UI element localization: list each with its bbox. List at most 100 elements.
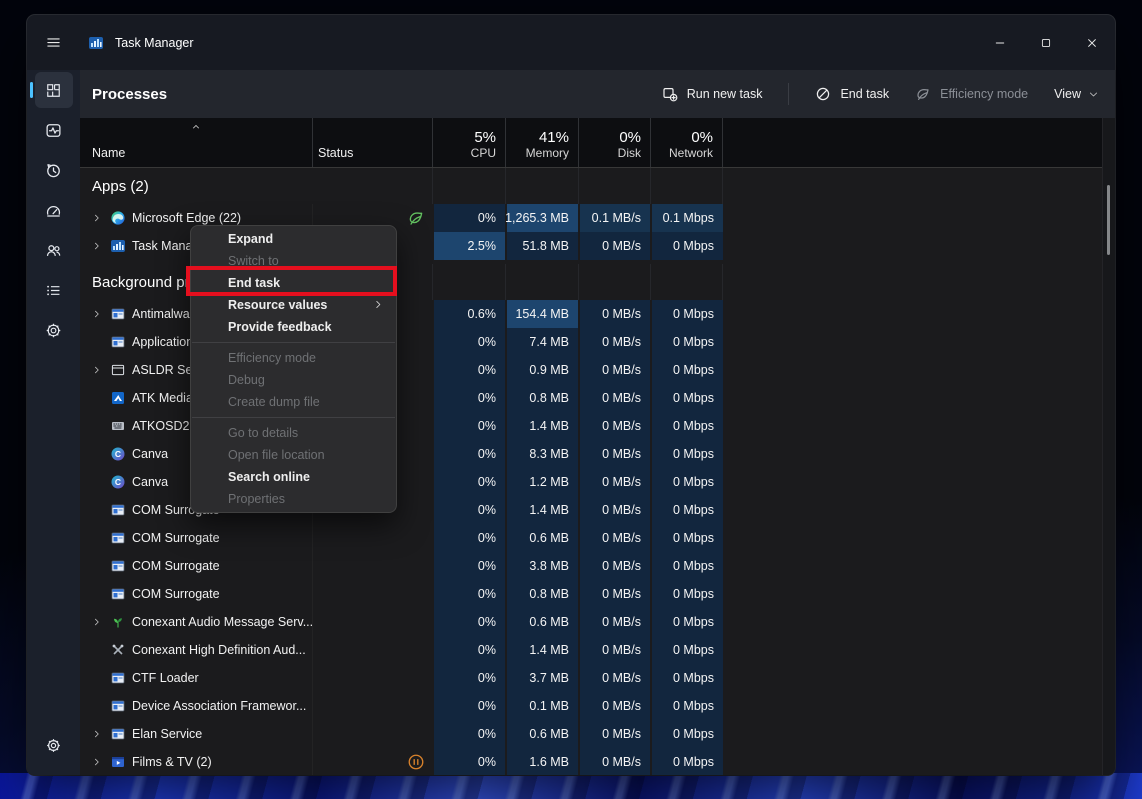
network-cell: 0 Mbps (650, 468, 723, 496)
disk-cell: 0 MB/s (578, 580, 650, 608)
disk-cell: 0 MB/s (578, 384, 650, 412)
menu-item-debug: Debug (191, 369, 396, 391)
process-name-cell: Elan Service (80, 720, 312, 748)
process-row[interactable]: COM Surrogate0%0.6 MB0 MB/s0 Mbps (80, 524, 1102, 552)
task-manager-window: Task Manager Processes Run new taskEnd t… (27, 15, 1115, 775)
menu-item-expand[interactable]: Expand (191, 228, 396, 250)
window-icon (110, 586, 126, 602)
process-row[interactable]: Films & TV (2)0%1.6 MB0 MB/s0 Mbps (80, 748, 1102, 775)
end-task-icon (815, 86, 831, 102)
window-icon (110, 670, 126, 686)
disk-cell: 0 MB/s (578, 636, 650, 664)
column-header-cpu[interactable]: 5%CPU (432, 118, 505, 167)
column-header-name[interactable]: Name (80, 118, 312, 167)
process-name-cell: COM Surrogate (80, 580, 312, 608)
process-name-cell: COM Surrogate (80, 552, 312, 580)
network-cell: 0 Mbps (650, 692, 723, 720)
column-header-network[interactable]: 0%Network (650, 118, 723, 167)
status-cell (312, 720, 432, 748)
process-row[interactable]: CTF Loader0%3.7 MB0 MB/s0 Mbps (80, 664, 1102, 692)
process-row[interactable]: COM Surrogate0%0.8 MB0 MB/s0 Mbps (80, 580, 1102, 608)
network-cell: 0.1 Mbps (650, 204, 723, 232)
vertical-scrollbar[interactable] (1102, 118, 1115, 775)
menu-item-search-online[interactable]: Search online (191, 466, 396, 488)
process-row[interactable]: COM Surrogate0%3.8 MB0 MB/s0 Mbps (80, 552, 1102, 580)
titlebar: Task Manager (27, 15, 1115, 70)
cpu-cell: 0% (432, 496, 505, 524)
status-cell (312, 636, 432, 664)
chevron-down-icon (1088, 89, 1099, 100)
group-heading-cell (578, 168, 650, 204)
sidebar-item-users[interactable] (35, 232, 73, 268)
process-name: Elan Service (132, 727, 202, 741)
task-manager-logo-icon (88, 35, 104, 51)
menu-separator (192, 417, 395, 418)
network-cell: 0 Mbps (650, 412, 723, 440)
network-cell: 0 Mbps (650, 496, 723, 524)
cpu-cell: 0% (432, 748, 505, 775)
scrollbar-thumb[interactable] (1107, 185, 1110, 255)
memory-cell: 0.8 MB (505, 580, 578, 608)
toolbar-divider (788, 83, 789, 105)
toolbar-actions: Run new taskEnd taskEfficiency modeView (662, 83, 1099, 105)
navigation-menu-button[interactable] (33, 24, 73, 62)
window-icon (110, 558, 126, 574)
tools-icon (110, 642, 126, 658)
sidebar-item-app-history[interactable] (35, 152, 73, 188)
efficiency-mode-leaf-icon (407, 209, 425, 227)
expand-chevron-icon[interactable] (88, 309, 106, 319)
view-menu-button[interactable]: View (1054, 87, 1099, 101)
cpu-cell: 0.6% (432, 300, 505, 328)
disk-cell: 0 MB/s (578, 356, 650, 384)
group-heading[interactable]: Apps (2) (80, 168, 1102, 204)
desktop-wallpaper: Task Manager Processes Run new taskEnd t… (0, 0, 1142, 799)
sidebar-item-settings[interactable] (35, 727, 73, 763)
cpu-cell: 0% (432, 468, 505, 496)
performance-icon (45, 122, 62, 139)
cpu-cell: 0% (432, 356, 505, 384)
expand-chevron-icon[interactable] (88, 757, 106, 767)
sidebar-item-performance[interactable] (35, 112, 73, 148)
menu-item-provide-feedback[interactable]: Provide feedback (191, 316, 396, 338)
menu-item-resource-values[interactable]: Resource values (191, 294, 396, 316)
column-header-disk[interactable]: 0%Disk (578, 118, 650, 167)
sidebar-item-processes[interactable] (35, 72, 73, 108)
sidebar-item-services[interactable] (35, 312, 73, 348)
expand-chevron-icon[interactable] (88, 617, 106, 627)
cpu-cell: 0% (432, 692, 505, 720)
memory-cell: 1.4 MB (505, 496, 578, 524)
process-name: Conexant High Definition Aud... (132, 643, 306, 657)
disk-total-percent: 0% (619, 129, 641, 146)
sidebar-item-details[interactable] (35, 272, 73, 308)
column-label: CPU (471, 146, 496, 161)
selected-indicator (30, 82, 33, 98)
cpu-cell: 0% (432, 664, 505, 692)
end-task-button[interactable]: End task (815, 86, 889, 102)
column-label: Memory (526, 146, 569, 161)
process-row[interactable]: Elan Service0%0.6 MB0 MB/s0 Mbps (80, 720, 1102, 748)
maximize-button[interactable] (1023, 15, 1069, 70)
process-row[interactable]: Conexant High Definition Aud...0%1.4 MB0… (80, 636, 1102, 664)
status-cell (312, 524, 432, 552)
network-cell: 0 Mbps (650, 328, 723, 356)
process-row[interactable]: Device Association Framewor...0%0.1 MB0 … (80, 692, 1102, 720)
sprout-icon (110, 614, 126, 630)
column-header-memory[interactable]: 41%Memory (505, 118, 578, 167)
process-row[interactable]: Conexant Audio Message Serv...0%0.6 MB0 … (80, 608, 1102, 636)
window-icon (110, 502, 126, 518)
expand-chevron-icon[interactable] (88, 213, 106, 223)
column-header-status[interactable]: Status (312, 118, 432, 167)
minimize-button[interactable] (977, 15, 1023, 70)
cpu-cell: 0% (432, 412, 505, 440)
expand-chevron-icon[interactable] (88, 365, 106, 375)
column-label: Name (92, 146, 125, 160)
run-new-task-button[interactable]: Run new task (662, 86, 763, 102)
sidebar-item-startup-apps[interactable] (35, 192, 73, 228)
details-icon (45, 282, 62, 299)
network-cell: 0 Mbps (650, 440, 723, 468)
expand-chevron-icon[interactable] (88, 729, 106, 739)
cpu-cell: 0% (432, 608, 505, 636)
process-name: ATK Media (132, 391, 193, 405)
close-button[interactable] (1069, 15, 1115, 70)
expand-chevron-icon[interactable] (88, 241, 106, 251)
